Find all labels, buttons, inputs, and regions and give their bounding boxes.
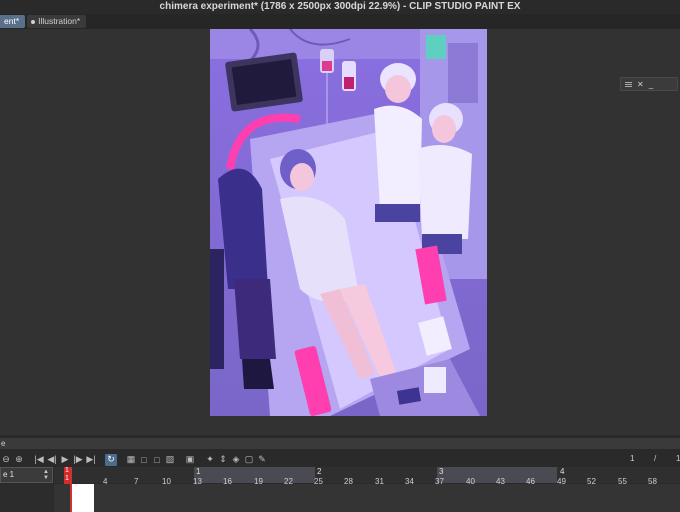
document-tabs: ent* Illustration* — [0, 14, 680, 29]
zoom-in-icon[interactable]: ⊕ — [13, 454, 25, 466]
zoom-out-icon[interactable]: ⊖ — [0, 454, 12, 466]
new-animation-folder-icon[interactable]: ▦ — [125, 454, 137, 466]
floating-palette[interactable]: ✕ _ — [620, 77, 678, 91]
close-icon[interactable]: ✕ — [637, 80, 644, 89]
second-marker: 3 — [439, 467, 444, 476]
selected-frame-cell[interactable]: ’ — [72, 484, 94, 512]
loop-icon[interactable]: ↻ — [105, 453, 117, 466]
tab-illustration[interactable]: Illustration* — [27, 15, 87, 28]
track-header-area — [0, 484, 53, 512]
second-marker: 1 — [196, 467, 201, 476]
illustration-image — [210, 29, 487, 416]
new-cel-icon[interactable]: □ — [138, 454, 150, 466]
light-table-icon[interactable]: ▣ — [184, 454, 196, 466]
window-title: chimera experiment* (1786 x 2500px 300dp… — [0, 0, 680, 14]
last-frame-icon[interactable]: ▶| — [85, 454, 97, 466]
timeline-header: e — [0, 438, 680, 449]
total-frame-readout: 1 — [676, 454, 680, 463]
menu-icon[interactable] — [625, 81, 632, 87]
timeline-panel: e ⊖ ⊕ |◀ ◀| ▶ |▶ ▶| ↻ ▦ □ □ ▧ ▣ ✦ ⇕ ◈ ▢ … — [0, 435, 680, 512]
add-key-icon[interactable]: ◈ — [230, 454, 242, 466]
onion-skin-icon[interactable]: ▧ — [164, 454, 176, 466]
cel-marker-icon: ’ — [75, 485, 77, 491]
play-icon[interactable]: ▶ — [59, 454, 71, 466]
track-frames[interactable] — [54, 484, 680, 512]
pen-icon[interactable]: ✎ — [256, 454, 268, 466]
track-name: e 1 — [3, 470, 15, 479]
tab-label: ent* — [4, 16, 20, 26]
timeline-ruler[interactable]: 1 2 3 4 4 7 10 13 16 19 22 25 28 31 34 3… — [54, 467, 680, 486]
current-frame-readout: 1 — [630, 454, 635, 463]
next-frame-icon[interactable]: |▶ — [72, 454, 84, 466]
second-marker: 2 — [317, 467, 322, 476]
tab-label: Illustration* — [38, 16, 81, 26]
playhead-frame-bottom: 1 — [65, 475, 69, 482]
second-marker: 4 — [560, 467, 565, 476]
specify-cel-icon[interactable]: □ — [151, 454, 163, 466]
timeline-toolbar: ⊖ ⊕ |◀ ◀| ▶ |▶ ▶| ↻ ▦ □ □ ▧ ▣ ✦ ⇕ ◈ ▢ ✎ … — [0, 452, 680, 467]
canvas-workspace[interactable]: ✕ _ — [0, 29, 680, 435]
canvas-artwork[interactable] — [210, 29, 487, 416]
minimize-icon[interactable]: _ — [649, 80, 653, 89]
readout-separator: / — [654, 454, 657, 463]
move-key-icon[interactable]: ⇕ — [217, 454, 229, 466]
track-stepper-icon[interactable]: ▲ ▼ — [43, 469, 49, 481]
playhead-frame-top: 1 — [65, 467, 69, 474]
keyframe-icon[interactable]: ✦ — [204, 454, 216, 466]
timeline-tab-label[interactable]: e — [0, 438, 5, 449]
unsaved-dot-icon — [31, 19, 36, 24]
ease-icon[interactable]: ▢ — [243, 454, 255, 466]
first-frame-icon[interactable]: |◀ — [33, 454, 45, 466]
playhead-line — [70, 467, 72, 512]
track-selector[interactable]: e 1 ▲ ▼ — [0, 467, 53, 483]
tab-document-active[interactable]: ent* — [0, 15, 26, 28]
clip-studio-window: chimera experiment* (1786 x 2500px 300dp… — [0, 0, 680, 512]
previous-frame-icon[interactable]: ◀| — [46, 454, 58, 466]
